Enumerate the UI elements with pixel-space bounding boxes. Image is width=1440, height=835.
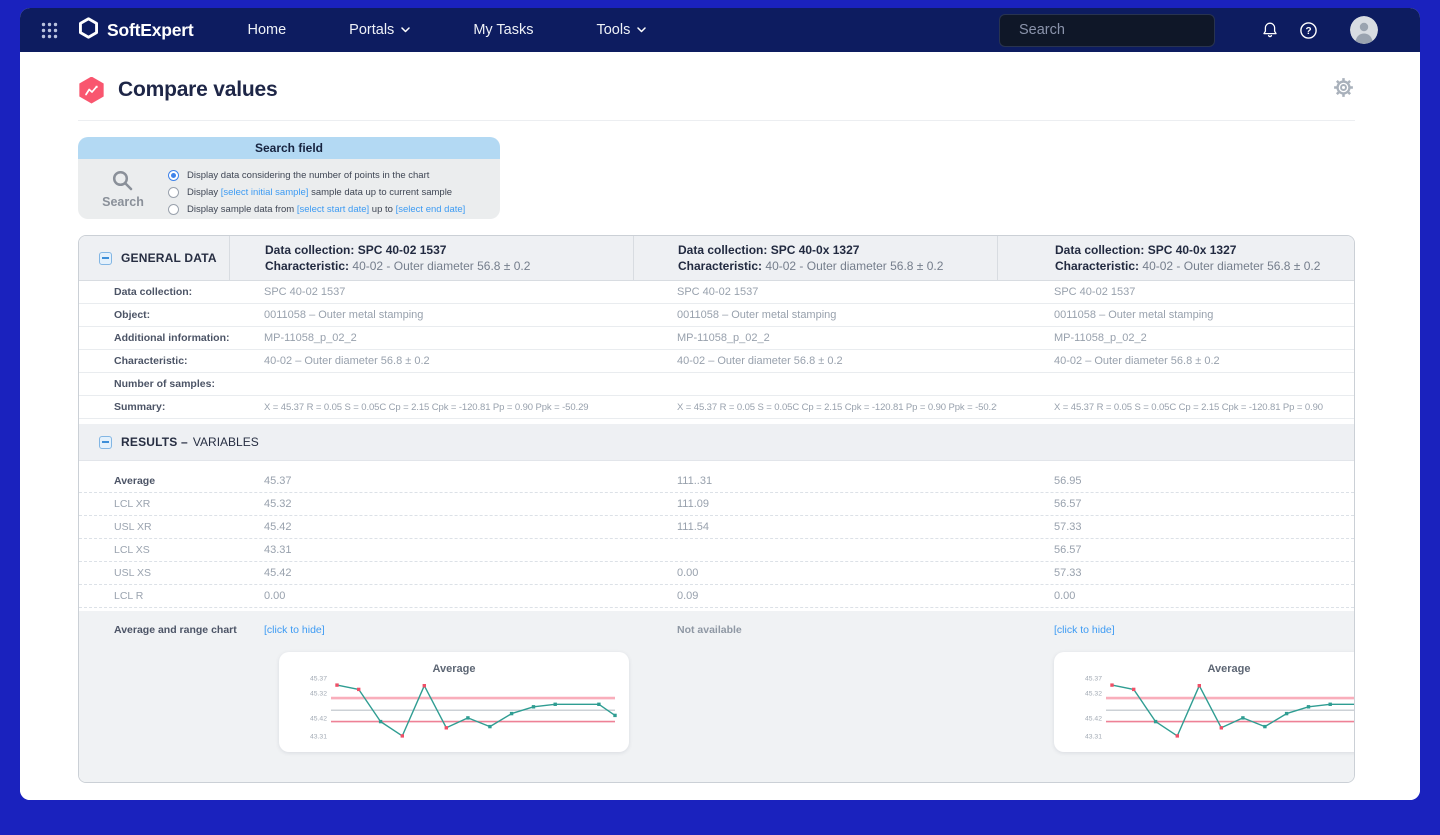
general-data-header: GENERAL DATA Data collection: SPC 40-02 … [79,236,1354,281]
chevron-down-icon [401,27,410,33]
chart-band: Average and range chart [click to hide] … [79,611,1354,782]
compare-values-icon [78,77,105,104]
page-header: Compare values [78,52,1355,104]
table-row: USL XS 45.42 0.00 57.33 [79,562,1354,585]
page-title: Compare values [118,78,277,102]
results-section-header: RESULTS – VARIABLES [79,419,1354,461]
global-search [999,14,1215,47]
chart-not-available: Not available [677,624,742,636]
average-range-chart-col1: Average 45.37 45.32 45.42 43.31 [279,652,629,752]
table-row: LCL XS 43.31 56.57 [79,539,1354,562]
average-chart-plot: 45.37 45.32 45.42 43.31 [279,675,629,747]
table-row: Additional information: MP-11058_p_02_2 … [79,327,1354,350]
search-panel-body: Search Display data considering the numb… [78,159,500,219]
nav-tools[interactable]: Tools [596,22,646,38]
average-range-chart-col3: Average 45.37 45.32 45.42 43.31 [1054,652,1355,752]
softexpert-logo-icon [77,16,100,45]
settings-gear-icon[interactable] [1332,76,1355,104]
top-navbar: SoftExpert Home Portals My Tasks Tools ? [20,8,1420,52]
chart-title: Average [279,652,629,675]
search-button[interactable]: Search [78,159,168,219]
table-row-summary: Summary: X = 45.37 R = 0.05 S = 0.05C Cp… [79,396,1354,419]
comparison-table: GENERAL DATA Data collection: SPC 40-02 … [78,235,1355,783]
radio-button[interactable] [168,204,179,215]
general-data-section: GENERAL DATA [79,236,229,280]
svg-text:45.37: 45.37 [310,676,327,683]
app-grid-icon[interactable] [40,21,59,40]
svg-text:45.42: 45.42 [310,715,327,722]
table-row: LCL R 0.00 0.09 0.00 [79,585,1354,608]
chart-row-labels: Average and range chart [click to hide] … [79,611,1354,636]
svg-text:43.31: 43.31 [310,733,327,740]
average-chart-plot: 45.37 45.32 45.42 43.31 [1054,675,1355,747]
toggle-chart-link[interactable]: [click to hide] [1054,624,1115,636]
nav-portals[interactable]: Portals [349,22,410,38]
collapse-icon[interactable] [99,252,112,265]
svg-text:43.31: 43.31 [1085,733,1102,740]
help-icon[interactable]: ? [1299,21,1318,40]
nav-my-tasks[interactable]: My Tasks [473,22,533,38]
radio-button[interactable] [168,170,179,181]
column-header-1: Data collection: SPC 40-02 1537 Characte… [229,236,633,280]
table-row: USL XR 45.42 111.54 57.33 [79,516,1354,539]
svg-text:45.32: 45.32 [310,691,327,698]
chart-title: Average [1054,652,1355,675]
page-content: Compare values Search field Search [20,52,1420,800]
table-row: Object: 0011058 – Outer metal stamping 0… [79,304,1354,327]
app-window: SoftExpert Home Portals My Tasks Tools ? [20,8,1420,800]
browser-frame: SoftExpert Home Portals My Tasks Tools ? [0,0,1440,835]
svg-text:?: ? [1305,26,1311,37]
softexpert-logo[interactable]: SoftExpert [77,16,193,45]
search-label: Search [102,195,144,209]
svg-text:45.42: 45.42 [1085,715,1102,722]
table-row: Number of samples: [79,373,1354,396]
header-divider [78,120,1355,121]
option-points-in-chart: Display data considering the number of p… [168,167,500,184]
search-panel: Search field Search Display data conside… [78,137,500,219]
main-menu: Home Portals My Tasks Tools [247,22,646,38]
notifications-bell-icon[interactable] [1261,21,1279,39]
search-options: Display data considering the number of p… [168,159,500,219]
option-date-range: Display sample data from [select start d… [168,201,500,218]
svg-text:45.32: 45.32 [1085,691,1102,698]
radio-button[interactable] [168,187,179,198]
chart-cards: Average 45.37 45.32 45.42 43.31 Average 45.… [79,652,1354,782]
variables-rows: Average 45.37 111..31 56.95 LCL XR 45.32… [79,461,1354,611]
column-header-2: Data collection: SPC 40-0x 1327 Characte… [633,236,997,280]
user-avatar[interactable] [1350,16,1378,44]
table-row: Characteristic: 40-02 – Outer diameter 5… [79,350,1354,373]
table-row: LCL XR 45.32 111.09 56.57 [79,493,1354,516]
table-row: Data collection: SPC 40-02 1537 SPC 40-0… [79,281,1354,304]
nav-home[interactable]: Home [247,22,286,38]
logo-text: SoftExpert [107,20,193,41]
chevron-down-icon [637,27,646,33]
search-input[interactable] [1017,21,1208,39]
navbar-right: ? [999,14,1420,47]
search-icon [111,169,135,193]
toggle-chart-link[interactable]: [click to hide] [264,624,325,636]
svg-text:45.37: 45.37 [1085,676,1102,683]
option-initial-sample: Display [select initial sample] sample d… [168,184,500,201]
column-header-3: Data collection: SPC 40-0x 1327 Characte… [997,236,1354,280]
table-row: Average 45.37 111..31 56.95 [79,470,1354,493]
collapse-icon[interactable] [99,436,112,449]
search-panel-header: Search field [78,137,500,159]
